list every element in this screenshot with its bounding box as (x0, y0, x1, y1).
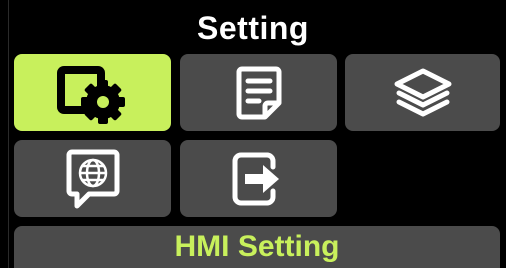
exit-icon (229, 149, 289, 209)
layers-icon (391, 66, 455, 120)
device-gear-icon (51, 62, 135, 124)
page-title: Setting (197, 10, 309, 46)
menu-item-document[interactable] (180, 54, 337, 131)
menu-item-exit[interactable] (180, 140, 337, 217)
globe-chat-icon (65, 148, 121, 210)
menu-item-network[interactable] (14, 140, 171, 217)
menu-item-layers[interactable] (345, 54, 500, 131)
document-icon (235, 65, 283, 121)
status-label: HMI Setting (14, 226, 500, 268)
menu-item-device-settings[interactable] (14, 54, 171, 131)
